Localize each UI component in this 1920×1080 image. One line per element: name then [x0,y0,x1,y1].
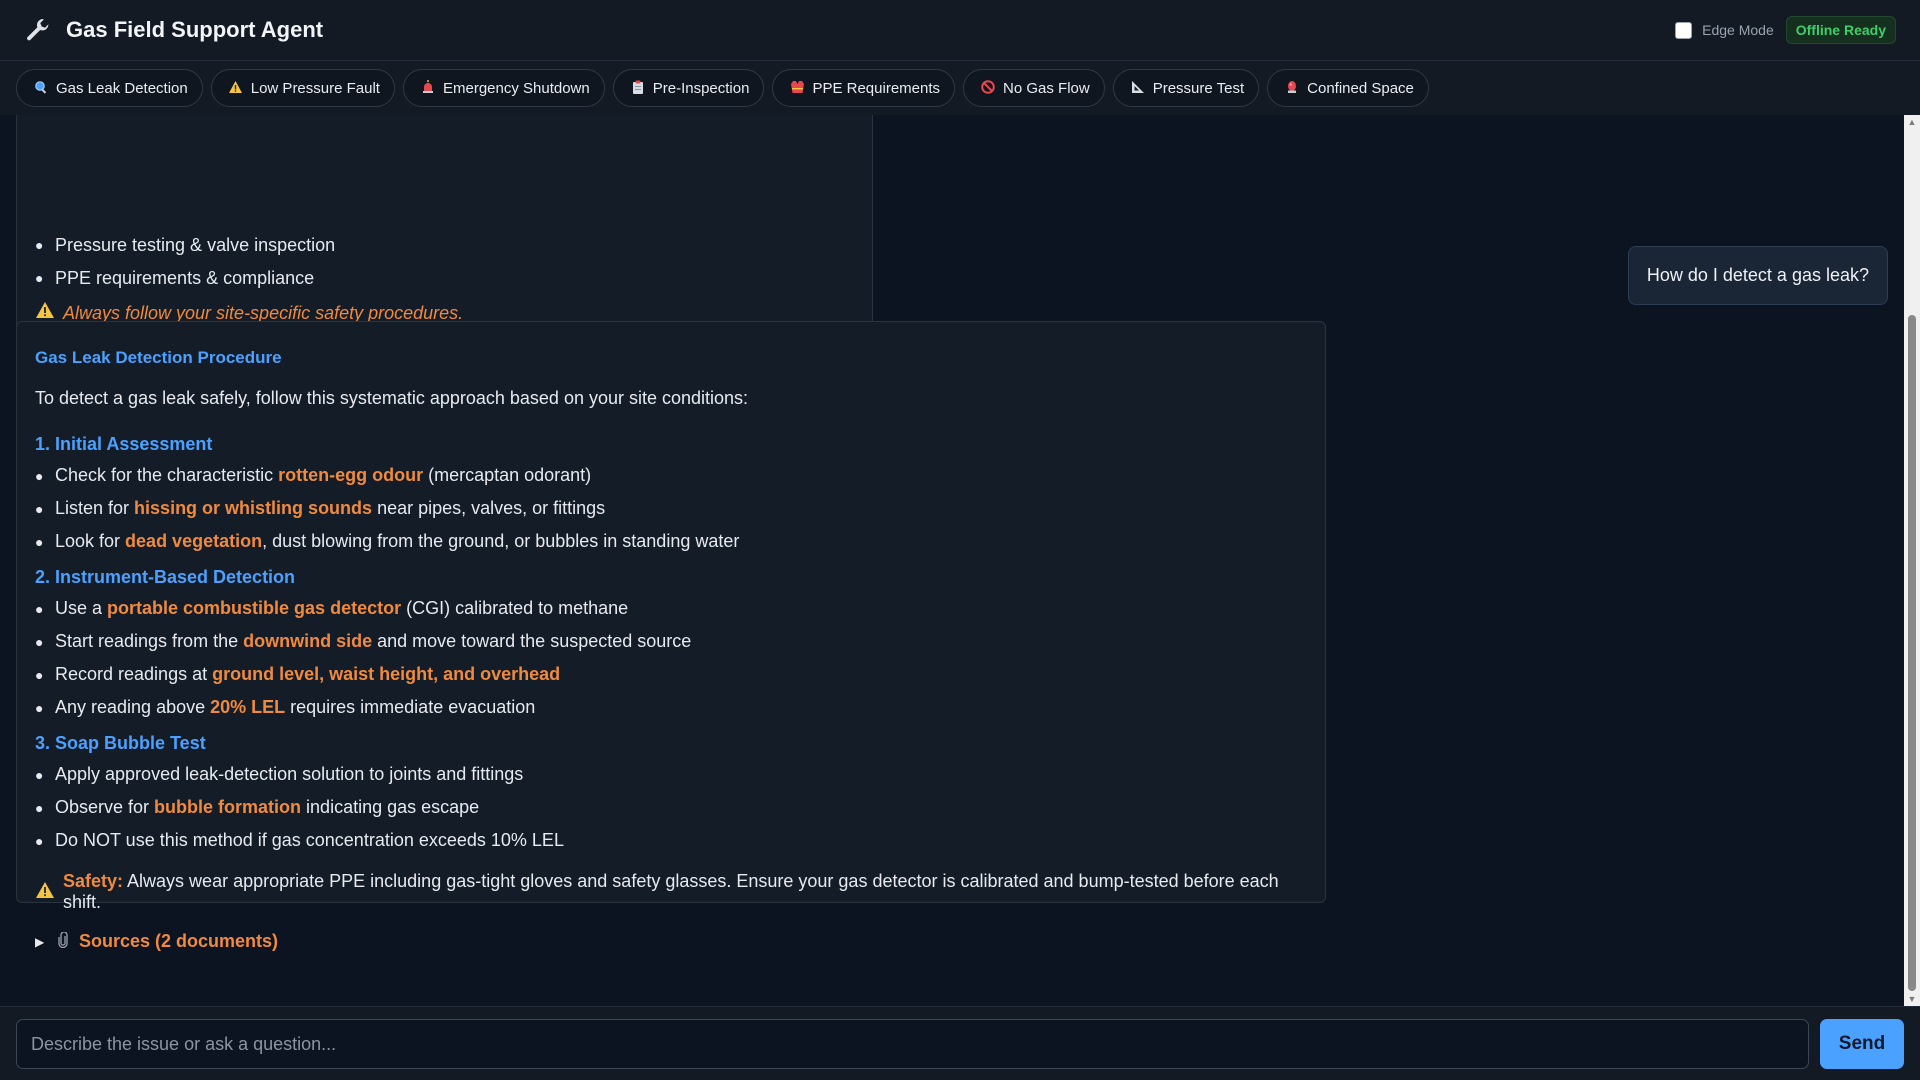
user-message: How do I detect a gas leak? [1627,246,1888,305]
chip-label: Low Pressure Fault [250,79,380,97]
send-button[interactable]: Send [1820,1019,1904,1069]
chip-label: Gas Leak Detection [56,79,188,97]
chip-label: No Gas Flow [1003,79,1090,97]
magnifier-icon [33,80,49,97]
expand-triangle-icon: ▶ [35,934,45,949]
chip-label: Emergency Shutdown [442,79,590,97]
bullet: ● [35,237,44,253]
answer-intro: To detect a gas leak safely, follow this… [35,388,749,408]
safety-note: Safety: Always wear appropriate PPE incl… [35,871,1307,913]
chip-label: Confined Space [1307,79,1414,97]
chip-label: Pressure Test [1152,79,1245,97]
list-item: ● Observe for bubble formation indicating… [35,797,480,817]
siren-icon [420,79,436,97]
section-heading: 2. Instrument-Based Detection [35,566,296,587]
section-instrument-detection: 2. Instrument-Based Detection ● Use a por… [35,562,1307,724]
no-entry-icon [980,79,996,97]
chip-emergency-shutdown[interactable]: Emergency Shutdown [402,69,605,107]
list-item: ● Look for dead vegetation, dust blowing … [35,531,740,551]
scrollbar-thumb[interactable] [1908,315,1916,991]
list-item: ● Pressure testing & valve inspection [35,229,463,262]
assistant-message-previous: ● Pressure testing & valve inspection ● … [16,115,873,344]
list-item: ● Do NOT use this method if gas concentra… [35,830,564,850]
wrench-icon [24,16,52,44]
scroll-up-arrow-icon[interactable]: ▲ [1904,115,1920,129]
scroll-down-arrow-icon[interactable]: ▼ [1904,992,1920,1006]
list-item: ● Start readings from the downwind side a… [35,631,692,651]
list-item: ● Use a portable combustible gas detector… [35,598,629,618]
status-badge: Offline Ready [1785,16,1896,44]
warning-icon [35,881,55,904]
chat-transcript[interactable]: ● Pressure testing & valve inspection ● … [0,115,1920,1006]
message-input[interactable] [16,1019,1809,1069]
chip-pre-inspection[interactable]: Pre-Inspection [612,69,765,107]
paperclip-icon [57,930,69,952]
section-soap-bubble-test: 3. Soap Bubble Test ● Apply approved leak… [35,728,1307,857]
chip-no-gas-flow[interactable]: No Gas Flow [963,69,1105,107]
header-controls: Edge Mode Offline Ready [1675,16,1896,44]
chip-low-pressure-fault[interactable]: Low Pressure Fault [210,69,395,107]
list-item: ● Check for the characteristic rotten-egg… [35,465,592,485]
app-header: Gas Field Support Agent Edge Mode Offlin… [0,0,1920,61]
sources-toggle[interactable]: ▶ Sources (2 documents) [35,930,1307,952]
list-item: ● Record readings at ground level, waist … [35,664,561,684]
list-item: ● Any reading above 20% LEL requires imme… [35,697,536,717]
chat-scrollbar[interactable]: ▲ ▼ [1904,115,1920,1006]
chip-gas-leak-detection[interactable]: Gas Leak Detection [16,69,203,107]
edge-mode-label[interactable]: Edge Mode [1702,22,1774,38]
composer-bar: Send [0,1006,1920,1080]
alarm-light-icon [1284,80,1300,97]
list-item: ● Listen for hissing or whistling sounds … [35,498,606,518]
chip-pressure-test[interactable]: Pressure Test [1112,69,1260,107]
chip-label: Pre-Inspection [652,79,750,97]
app-title: Gas Field Support Agent [66,17,324,42]
ruler-icon [1130,80,1146,97]
list-item: ● PPE requirements & compliance [35,262,463,295]
bullet: ● [35,270,44,286]
assistant-message: Gas Leak Detection Procedure To detect a… [16,321,1326,951]
warning-icon [228,80,244,97]
section-heading: 3. Soap Bubble Test [35,732,206,753]
clipboard-icon [630,80,646,97]
answer-title: Gas Leak Detection Procedure [35,348,282,367]
chip-ppe-requirements[interactable]: PPE Requirements [772,69,956,107]
section-initial-assessment: 1. Initial Assessment ● Check for the cha… [35,429,1307,558]
quick-actions-bar: Gas Leak Detection Low Pressure Fault Em… [0,61,1920,115]
list-item: ● Apply approved leak-detection solution … [35,764,524,784]
section-heading: 1. Initial Assessment [35,433,213,454]
vest-icon [789,80,805,97]
chip-confined-space[interactable]: Confined Space [1267,69,1429,107]
edge-mode-checkbox[interactable] [1675,21,1693,39]
chip-label: PPE Requirements [812,79,941,97]
